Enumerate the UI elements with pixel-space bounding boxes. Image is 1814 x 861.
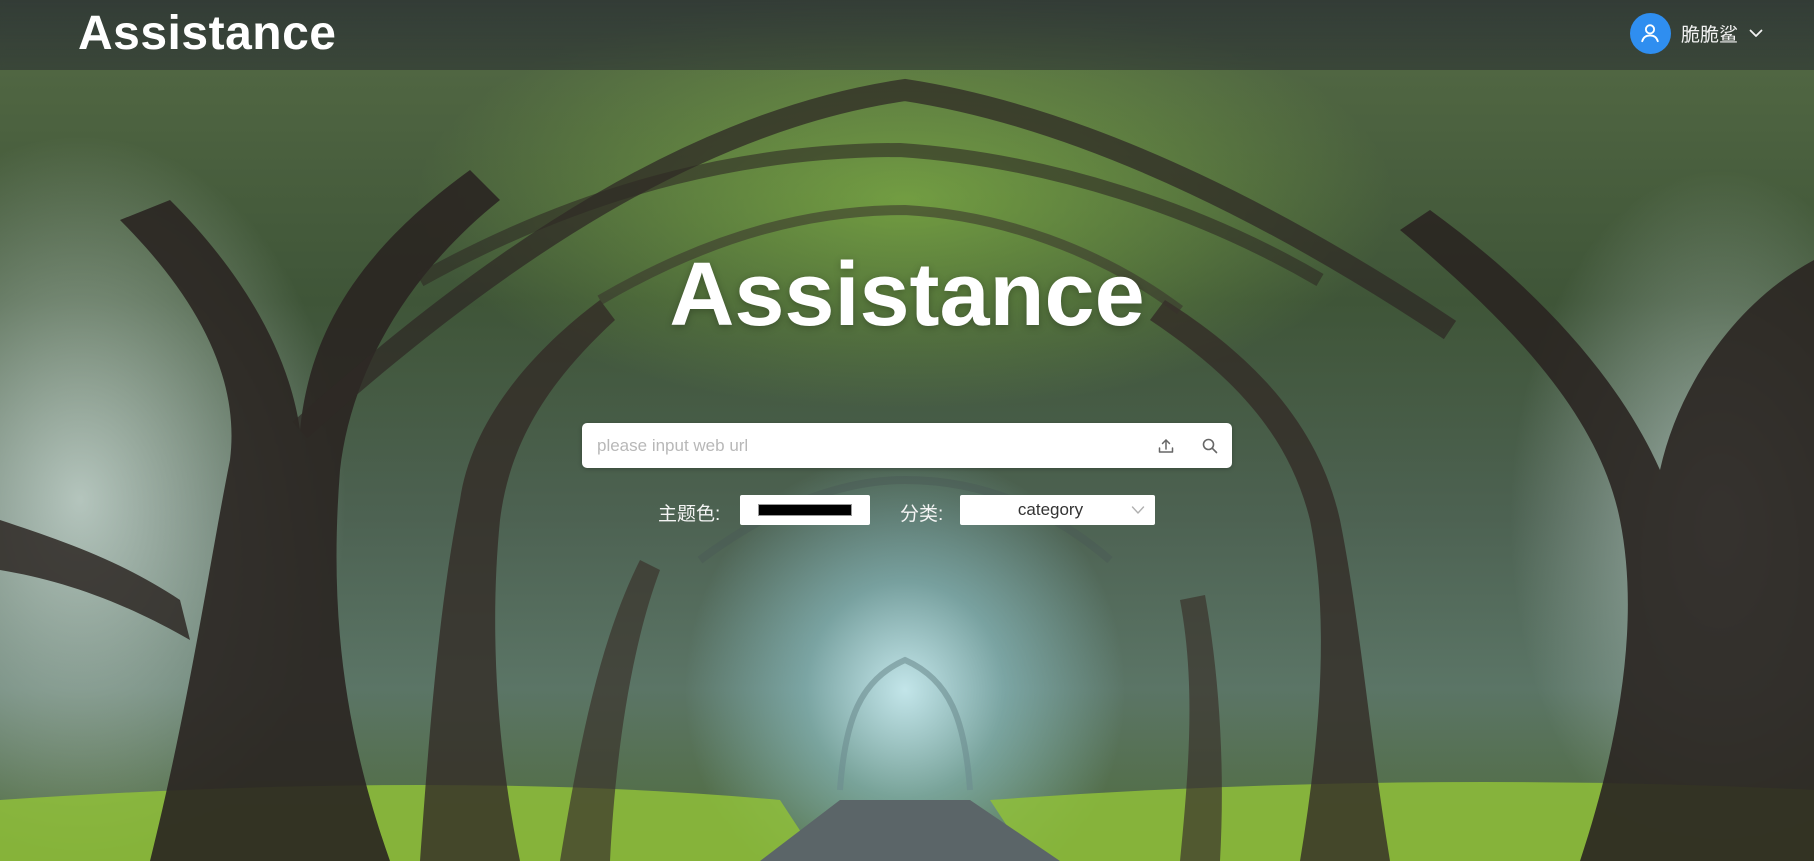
- chevron-down-icon[interactable]: [1748, 25, 1764, 41]
- url-input[interactable]: [582, 423, 1144, 468]
- hero-title: Assistance: [0, 245, 1814, 345]
- upload-button[interactable]: [1144, 423, 1188, 468]
- url-search-bar: [582, 423, 1232, 468]
- search-icon: [1202, 438, 1218, 453]
- chevron-down-icon: [1121, 505, 1155, 515]
- hero-title-text: Assistance: [669, 245, 1145, 345]
- category-label: 分类:: [900, 504, 944, 525]
- theme-color-swatch: [758, 504, 852, 516]
- top-bar: Assistance 脆脆鲨: [0, 0, 1814, 70]
- search-options: 主题色: 分类: category: [0, 495, 1814, 527]
- brand-logo[interactable]: Assistance: [78, 6, 336, 62]
- user-avatar[interactable]: [1629, 12, 1671, 54]
- upload-icon: [1158, 438, 1174, 453]
- theme-color-picker[interactable]: [740, 495, 870, 525]
- category-select-value: category: [1017, 500, 1084, 519]
- user-menu[interactable]: 脆脆鲨: [1629, 12, 1764, 54]
- category-select[interactable]: category: [960, 495, 1155, 525]
- user-icon: [1641, 24, 1660, 43]
- theme-color-label: 主题色:: [658, 504, 721, 525]
- username[interactable]: 脆脆鲨: [1681, 20, 1738, 47]
- search-button[interactable]: [1188, 423, 1232, 468]
